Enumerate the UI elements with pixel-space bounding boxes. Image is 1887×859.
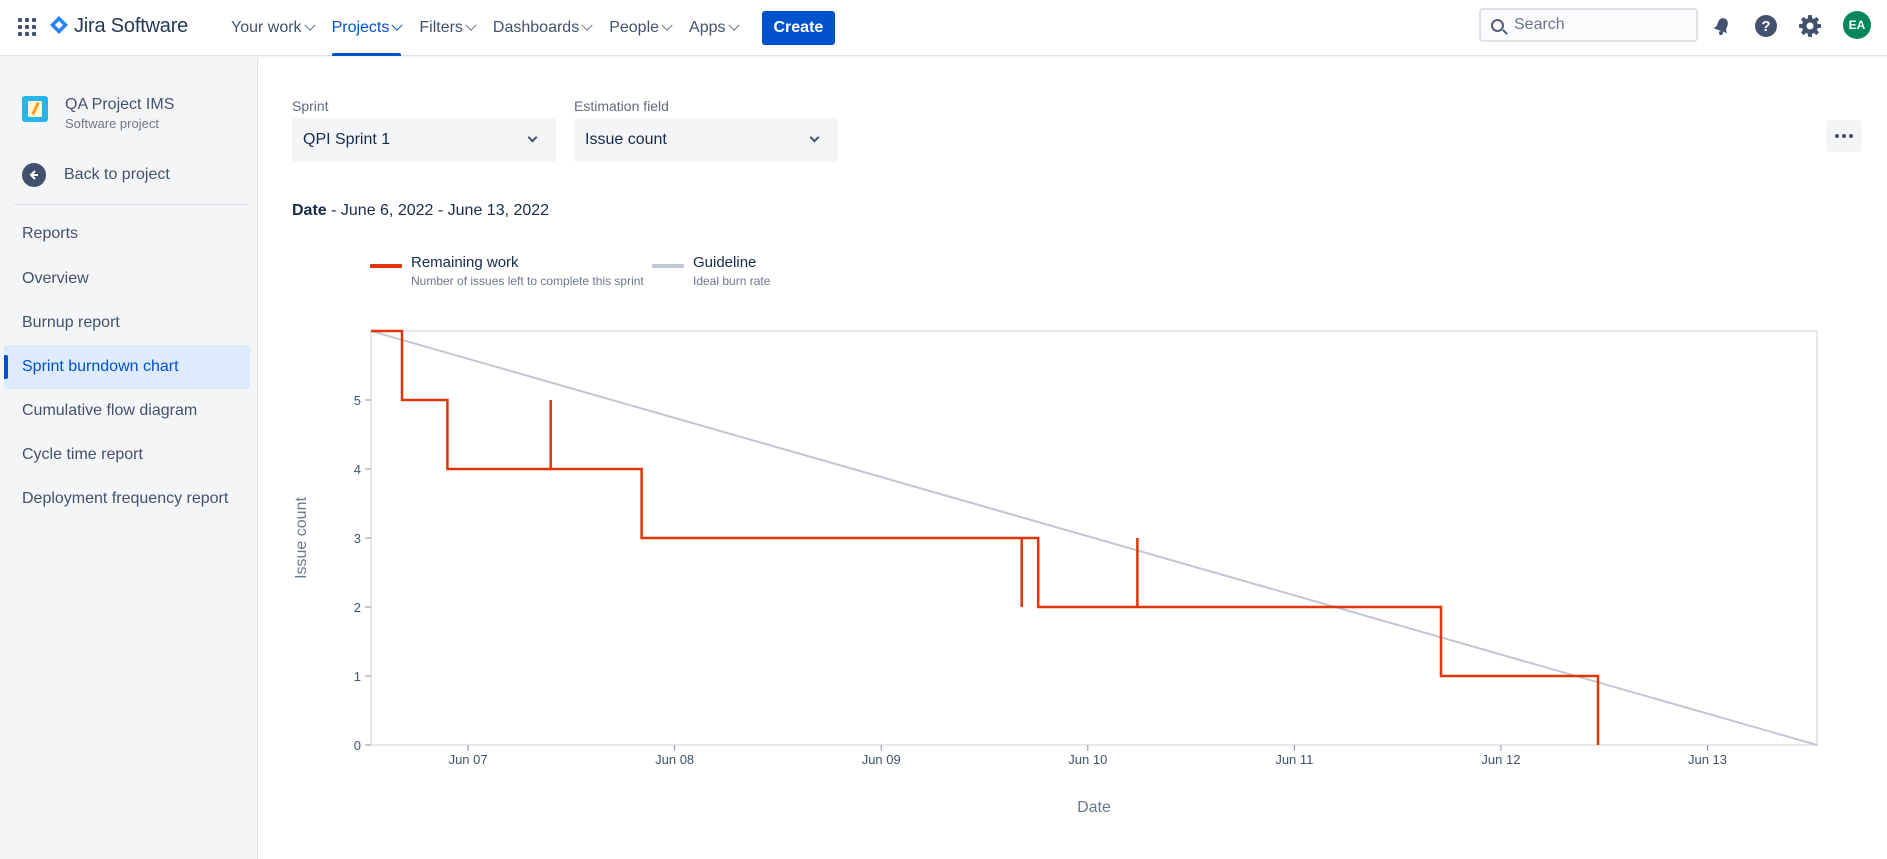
- reports-list: Overview Burnup report Sprint burndown cha…: [4, 257, 250, 521]
- date-range-value: - June 6, 2022 - June 13, 2022: [326, 202, 550, 219]
- nav-item-label: Projects: [331, 19, 390, 36]
- project-header[interactable]: QA Project IMS Software project: [22, 95, 174, 133]
- nav-item-filters[interactable]: Filters: [410, 0, 484, 56]
- legend-name: Remaining work: [411, 254, 519, 271]
- chart-plot-area: [370, 330, 1818, 746]
- y-tick-label: 4: [354, 462, 361, 477]
- sidebar-item-label: Cycle time report: [22, 446, 143, 463]
- more-icon: [1835, 134, 1839, 138]
- settings-icon[interactable]: [1795, 11, 1825, 41]
- burndown-chart: 0 1 2 3 4 5 Jun 07 Jun 08 Jun 09 Jun 10 Jun 11 Jun …: [293, 329, 1818, 816]
- estimation-field-label: Estimation field: [574, 98, 669, 114]
- sidebar-item-deployment-frequency-report[interactable]: Deployment frequency report: [4, 477, 250, 521]
- nav-item-apps[interactable]: Apps: [680, 0, 746, 56]
- sprint-label: Sprint: [292, 98, 329, 114]
- guideline-series: [370, 330, 1818, 746]
- legend-swatch: [652, 264, 684, 268]
- nav-item-label: People: [609, 19, 660, 36]
- date-range-label: Date: [292, 202, 327, 219]
- nav-item-people[interactable]: People: [600, 0, 680, 56]
- help-icon[interactable]: ?: [1751, 11, 1781, 41]
- chevron-down-icon: [661, 19, 673, 31]
- estimation-field-select[interactable]: Issue count: [574, 118, 838, 162]
- nav-item-label: Apps: [689, 19, 726, 36]
- sprint-value: QPI Sprint 1: [303, 131, 391, 148]
- sidebar-item-label: Burnup report: [22, 314, 120, 331]
- create-button[interactable]: Create: [761, 11, 836, 45]
- jira-logo[interactable]: Jira Software: [48, 13, 188, 39]
- primary-nav: Your work Projects Filters Dashboards People…: [222, 0, 836, 56]
- nav-item-dashboards[interactable]: Dashboards: [484, 0, 600, 56]
- sidebar-item-burnup-report[interactable]: Burnup report: [4, 301, 250, 345]
- chevron-down-icon: [809, 132, 820, 143]
- sidebar-item-label: Deployment frequency report: [22, 490, 229, 507]
- x-tick-label: Jun 08: [655, 752, 694, 767]
- nav-item-your-work[interactable]: Your work: [222, 0, 323, 56]
- nav-item-label: Filters: [419, 19, 463, 36]
- sprint-select[interactable]: QPI Sprint 1: [292, 118, 556, 162]
- x-tick-label: Jun 12: [1481, 752, 1520, 767]
- chevron-down-icon: [303, 19, 316, 31]
- chevron-down-icon: [465, 19, 477, 31]
- nav-item-projects[interactable]: Projects: [323, 0, 411, 56]
- nav-item-label: Your work: [231, 19, 302, 36]
- search-icon: [1491, 18, 1504, 32]
- x-tick-label: Jun 13: [1688, 752, 1727, 767]
- legend-description: Number of issues left to complete this s…: [411, 274, 644, 288]
- app-switcher-icon[interactable]: [16, 16, 36, 36]
- x-tick-label: Jun 11: [1275, 752, 1313, 767]
- legend-guideline: Guideline Ideal burn rate: [652, 254, 770, 290]
- estimation-value: Issue count: [585, 131, 667, 148]
- nav-item-label: Dashboards: [492, 19, 580, 36]
- legend-swatch: [370, 264, 402, 268]
- project-name: QA Project IMS: [65, 96, 175, 113]
- sidebar-item-label: Cumulative flow diagram: [22, 402, 198, 419]
- sidebar-item-sprint-burndown-chart[interactable]: Sprint burndown chart: [4, 345, 250, 389]
- back-to-project-link[interactable]: Back to project: [22, 163, 170, 187]
- chevron-down-icon: [527, 132, 538, 143]
- product-name: Jira Software: [74, 14, 189, 37]
- sidebar-item-overview[interactable]: Overview: [4, 257, 250, 301]
- y-tick-label: 2: [354, 600, 361, 615]
- legend-description: Ideal burn rate: [693, 274, 771, 288]
- project-sidebar: QA Project IMS Software project Back to …: [0, 57, 258, 859]
- arrow-left-icon: [22, 163, 46, 187]
- y-tick-label: 1: [354, 669, 361, 684]
- chevron-down-icon: [391, 19, 404, 31]
- jira-diamond-icon: [50, 16, 68, 34]
- x-tick-label: Jun 10: [1068, 752, 1107, 767]
- x-axis-label: Date: [1077, 799, 1111, 816]
- y-tick-label: 0: [354, 738, 361, 753]
- x-tick-label: Jun 07: [449, 752, 488, 767]
- project-avatar-icon: [22, 96, 48, 122]
- date-range: Date - June 6, 2022 - June 13, 2022: [292, 202, 549, 220]
- y-tick-label: 5: [354, 393, 361, 408]
- sidebar-item-cycle-time-report[interactable]: Cycle time report: [4, 433, 250, 477]
- chevron-down-icon: [727, 19, 740, 31]
- avatar[interactable]: EA: [1843, 11, 1871, 39]
- back-to-project-label: Back to project: [64, 166, 170, 183]
- top-navigation: Jira Software Your work Projects Filters Da…: [0, 0, 1887, 56]
- project-type: Software project: [65, 116, 159, 131]
- x-tick-label: Jun 09: [862, 752, 901, 767]
- remaining-work-series: [371, 329, 1600, 745]
- y-tick-label: 3: [354, 531, 361, 546]
- legend-remaining-work: Remaining work Number of issues left to …: [370, 254, 644, 290]
- sidebar-item-label: Overview: [22, 270, 89, 287]
- chevron-down-icon: [581, 19, 593, 31]
- y-axis-label: Issue count: [293, 497, 310, 579]
- svg-text:?: ?: [1761, 18, 1770, 35]
- sidebar-item-cumulative-flow-diagram[interactable]: Cumulative flow diagram: [4, 389, 250, 433]
- notifications-icon[interactable]: [1707, 11, 1737, 41]
- reports-heading: Reports: [22, 225, 79, 242]
- more-actions-button[interactable]: [1826, 120, 1862, 152]
- search-placeholder: Search: [1514, 16, 1565, 33]
- sidebar-item-label: Sprint burndown chart: [22, 358, 179, 375]
- sidebar-divider: [14, 204, 248, 205]
- search-input[interactable]: Search: [1479, 8, 1698, 42]
- legend-name: Guideline: [693, 254, 757, 271]
